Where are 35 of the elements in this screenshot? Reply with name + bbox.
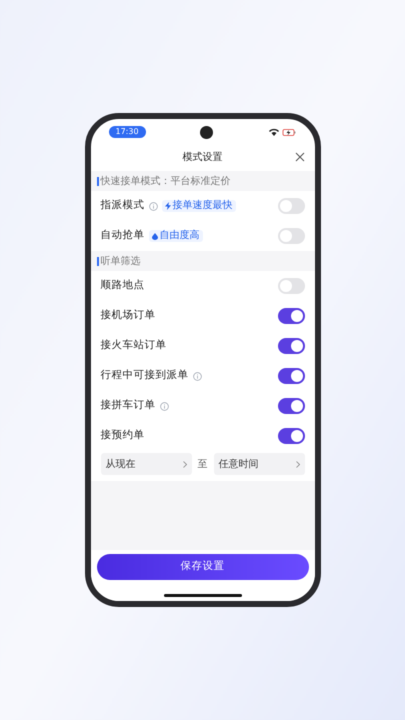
setting-label: 指派模式	[100, 198, 144, 214]
page-title: 模式设置	[182, 150, 222, 164]
setting-label: 自动抢单	[100, 228, 144, 244]
feature-tag: 自由度高	[148, 230, 202, 242]
section-title: 快速接单模式：平台标准定价	[100, 174, 230, 188]
start-time-picker[interactable]: 从现在	[100, 453, 192, 475]
section-marker	[96, 256, 98, 266]
setting-label: 接火车站订单	[100, 338, 166, 354]
toggle-switch[interactable]	[278, 338, 304, 354]
range-separator: 至	[198, 458, 208, 472]
close-icon[interactable]	[294, 152, 304, 162]
feature-tag: 接单速度最快	[162, 200, 236, 212]
drop-icon	[152, 232, 158, 240]
status-icons	[266, 128, 296, 136]
chevron-right-icon	[296, 460, 300, 468]
save-button[interactable]: 保存设置	[96, 554, 308, 580]
toggle-switch[interactable]	[278, 308, 304, 324]
toggle-switch[interactable]	[278, 428, 304, 444]
bolt-icon	[164, 202, 170, 210]
toggle-switch[interactable]	[278, 398, 304, 414]
section-marker	[96, 176, 98, 186]
setting-label: 接机场订单	[100, 308, 156, 324]
camera-hole	[200, 126, 213, 138]
status-time: 17:30	[108, 126, 146, 138]
setting-label: 行程中可接到派单	[100, 368, 188, 384]
toggle-switch[interactable]	[278, 198, 304, 214]
setting-label: 接拼车订单	[100, 398, 156, 414]
setting-label: 顺路地点	[100, 278, 144, 294]
toggle-switch[interactable]	[278, 228, 304, 244]
chevron-right-icon	[182, 460, 186, 468]
setting-label: 接预约单	[100, 428, 144, 444]
toggle-switch[interactable]	[278, 278, 304, 294]
toggle-switch[interactable]	[278, 368, 304, 384]
section-title: 听单筛选	[100, 254, 140, 268]
end-time-picker[interactable]: 任意时间	[214, 453, 304, 475]
